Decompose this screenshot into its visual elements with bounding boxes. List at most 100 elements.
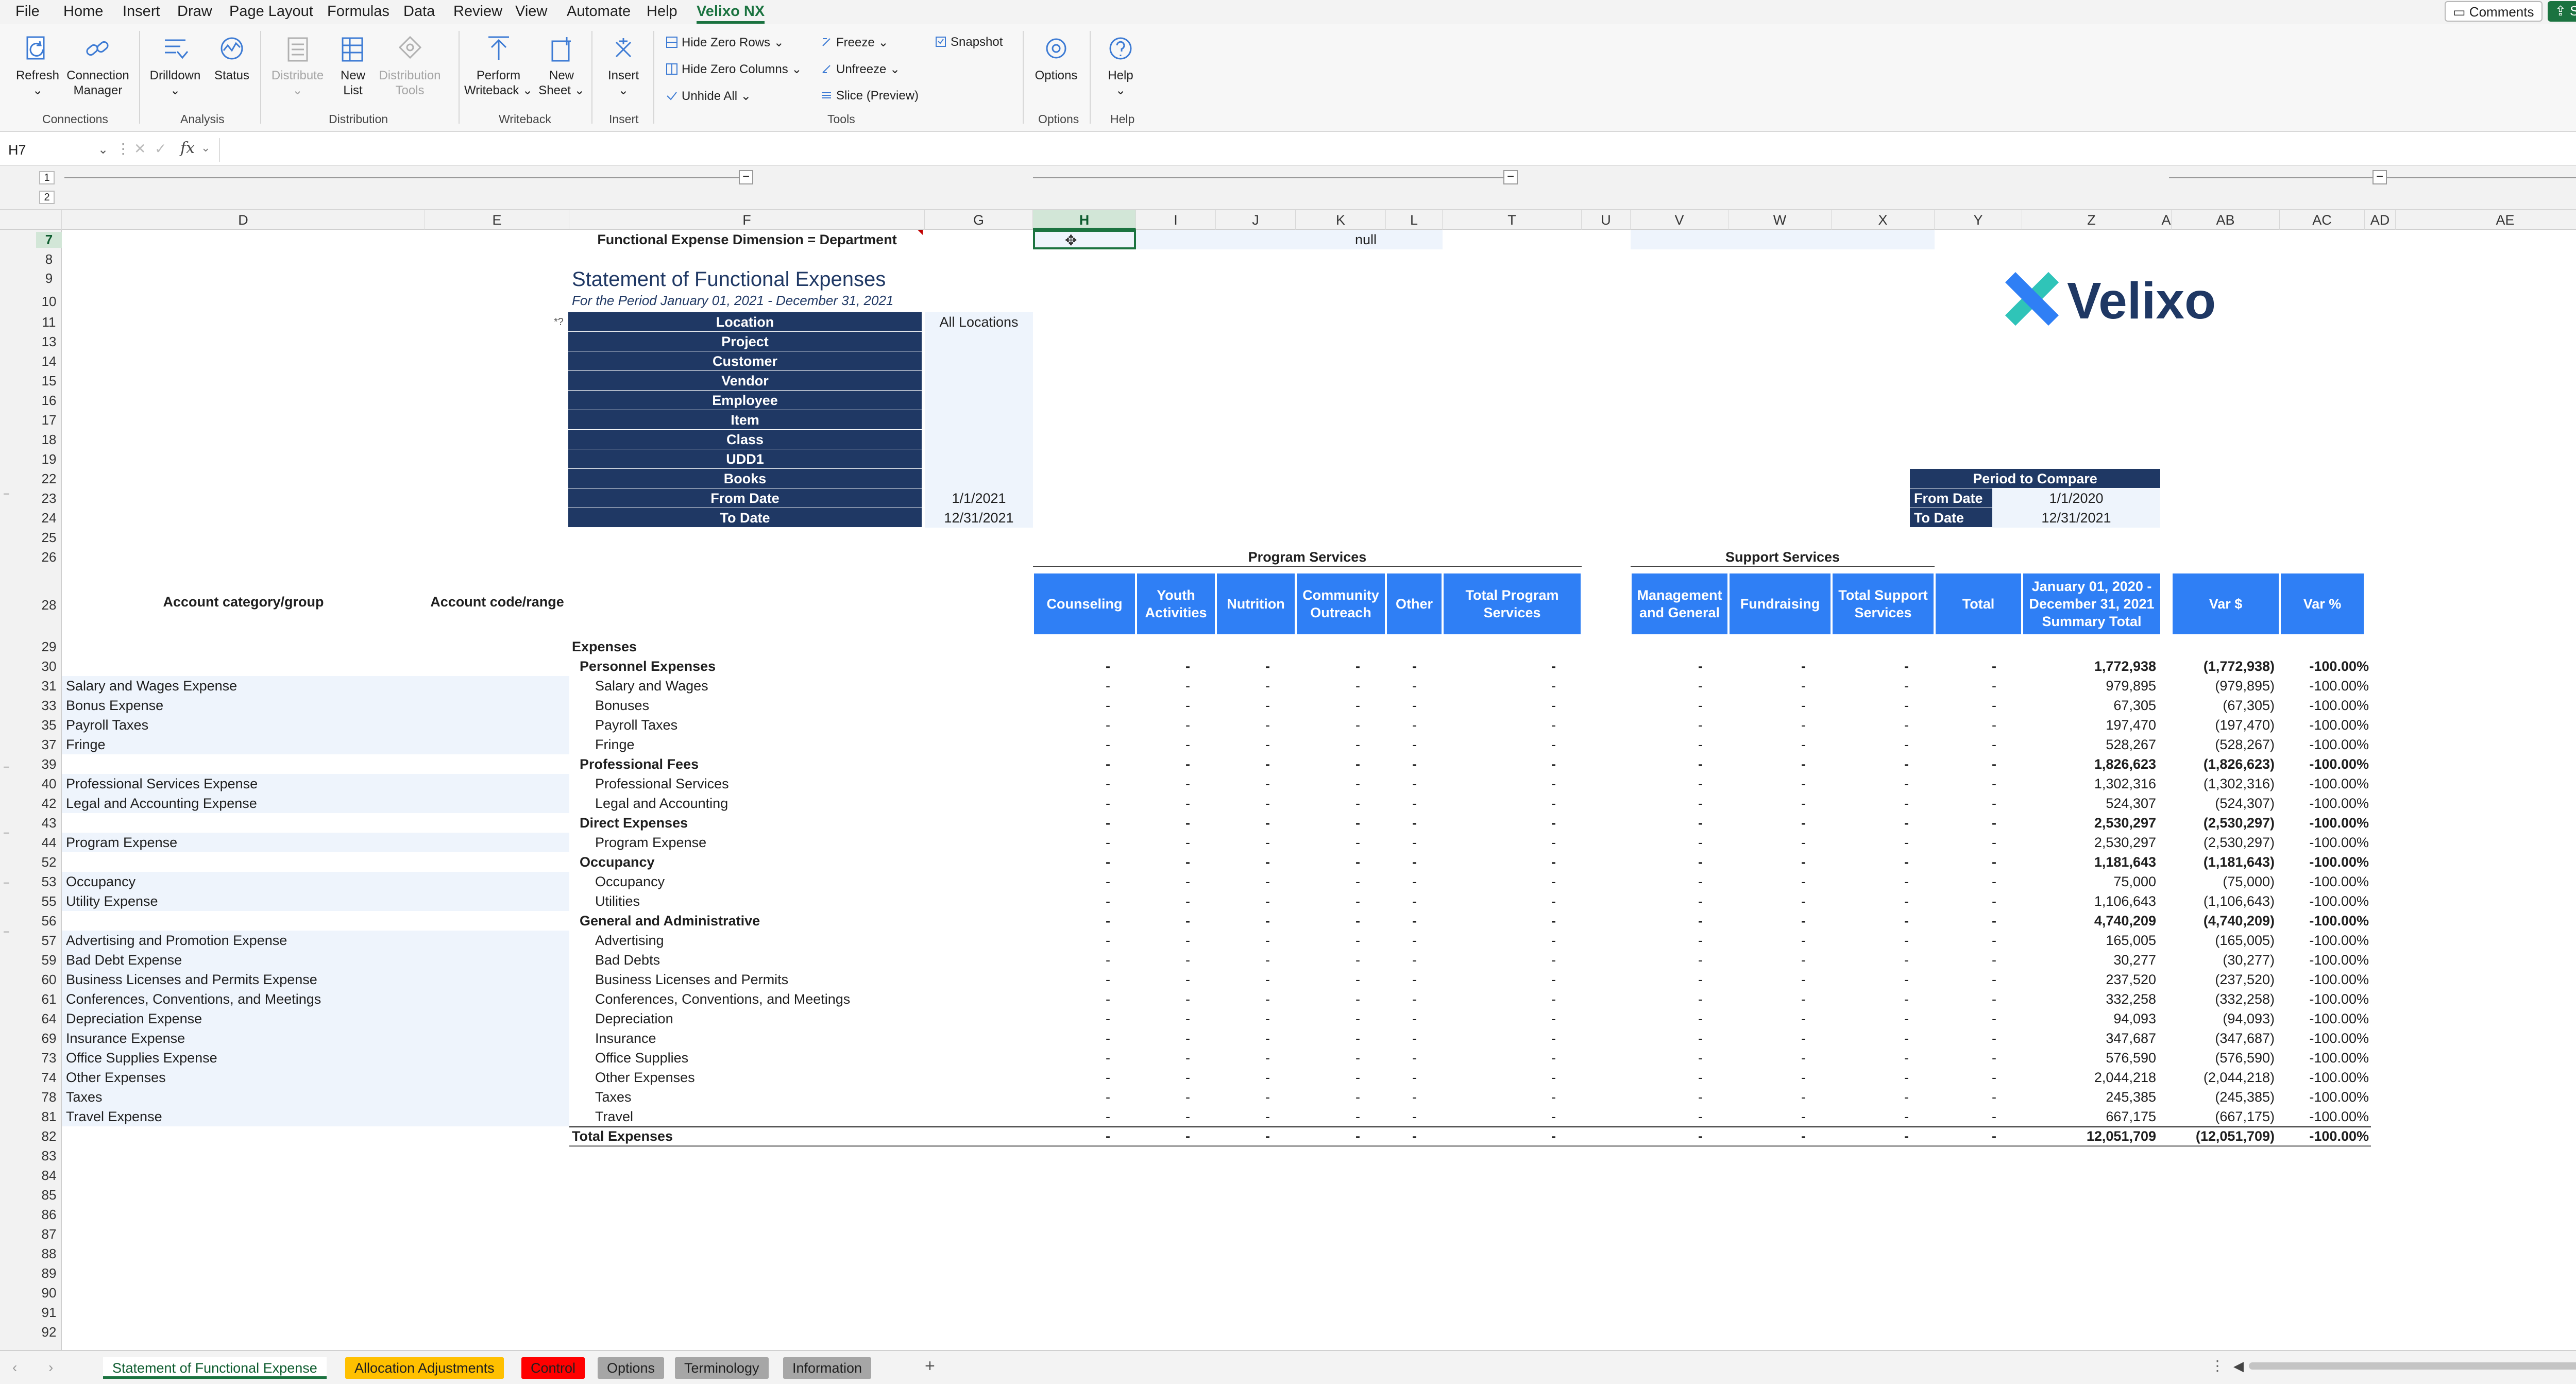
column-header-aa[interactable]: A — [2161, 210, 2172, 230]
column-header-z[interactable]: Z — [2022, 210, 2161, 230]
enter-icon[interactable]: ✓ — [155, 140, 166, 157]
column-header-k[interactable]: K — [1296, 210, 1386, 230]
row-header[interactable]: 89 — [36, 1265, 62, 1281]
row-header[interactable]: 55 — [36, 893, 62, 909]
comment-indicator-icon[interactable] — [918, 230, 923, 235]
column-header-d[interactable]: D — [62, 210, 425, 230]
category-cell[interactable] — [62, 735, 569, 754]
select-all-corner[interactable] — [0, 210, 62, 230]
row-header[interactable]: 13 — [36, 334, 62, 350]
row-header[interactable]: 37 — [36, 737, 62, 753]
row-header[interactable]: 61 — [36, 991, 62, 1007]
row-header[interactable]: 85 — [36, 1187, 62, 1203]
drilldown-button[interactable]: Drilldown ⌄ — [147, 34, 204, 98]
outline-collapse-button[interactable]: − — [1503, 170, 1518, 184]
outline-marker[interactable]: − — [3, 876, 10, 890]
insert-button[interactable]: Insert ⌄ — [598, 34, 649, 98]
row-header[interactable]: 78 — [36, 1089, 62, 1105]
row-header[interactable]: 87 — [36, 1226, 62, 1242]
sheet-tab[interactable]: Control — [521, 1357, 585, 1379]
row-header[interactable]: 25 — [36, 530, 62, 546]
outline-level-2-button[interactable]: 2 — [39, 191, 55, 204]
row-header[interactable]: 90 — [36, 1285, 62, 1301]
function-icon[interactable]: fx — [180, 139, 195, 157]
menu-draw[interactable]: Draw — [177, 3, 212, 20]
category-cell[interactable] — [62, 872, 569, 891]
name-box[interactable]: H7 — [5, 140, 106, 161]
row-header[interactable]: 17 — [36, 412, 62, 428]
refresh-button[interactable]: Refresh ⌄ — [14, 34, 61, 98]
perform-writeback-button[interactable]: Perform Writeback ⌄ — [464, 34, 533, 98]
outline-collapse-button[interactable]: − — [739, 170, 753, 184]
row-header[interactable]: 9 — [36, 271, 62, 286]
column-header-v[interactable]: V — [1631, 210, 1728, 230]
row-header[interactable]: 40 — [36, 776, 62, 792]
add-sheet-button[interactable]: + — [925, 1356, 935, 1376]
more-options-icon[interactable]: ⋮ — [2210, 1357, 2225, 1374]
row-header[interactable]: 53 — [36, 874, 62, 890]
row-header[interactable]: 28 — [36, 597, 62, 613]
more-icon[interactable]: ⋮ — [116, 140, 130, 157]
distribute-button[interactable]: Distribute ⌄ — [265, 34, 330, 98]
tab-scroll-right-icon[interactable]: › — [48, 1359, 53, 1376]
hide-zero-columns-button[interactable]: Hide Zero Columns ⌄ — [666, 62, 802, 77]
menu-home[interactable]: Home — [63, 3, 103, 20]
menu-review[interactable]: Review — [453, 3, 502, 20]
row-header[interactable]: 31 — [36, 678, 62, 694]
name-box-dropdown-icon[interactable]: ⌄ — [98, 142, 108, 157]
hscroll-left-icon[interactable]: ◀ — [2233, 1358, 2244, 1374]
row-header[interactable]: 42 — [36, 796, 62, 812]
row-header[interactable]: 56 — [36, 913, 62, 929]
row-header[interactable]: 92 — [36, 1324, 62, 1340]
column-header-ad[interactable]: AD — [2365, 210, 2396, 230]
connection-manager-button[interactable]: Connection Manager — [64, 34, 131, 98]
row-header[interactable]: 82 — [36, 1128, 62, 1144]
menu-view[interactable]: View — [515, 3, 547, 20]
cancel-icon[interactable]: ✕ — [134, 140, 146, 157]
column-header-t[interactable]: T — [1443, 210, 1582, 230]
row-header[interactable]: 84 — [36, 1168, 62, 1184]
column-header-ae[interactable]: AE — [2396, 210, 2576, 230]
row-header[interactable]: 18 — [36, 432, 62, 448]
row-header[interactable]: 29 — [36, 639, 62, 655]
row-header[interactable]: 59 — [36, 952, 62, 968]
column-header-y[interactable]: Y — [1935, 210, 2022, 230]
slice-preview-button[interactable]: Slice (Preview) — [821, 89, 919, 103]
filter-value-cell[interactable] — [925, 351, 1033, 371]
row-header[interactable]: 57 — [36, 933, 62, 949]
row-header[interactable]: 15 — [36, 373, 62, 389]
column-header-l[interactable]: L — [1386, 210, 1443, 230]
row-header[interactable]: 81 — [36, 1109, 62, 1125]
outline-marker[interactable]: − — [3, 761, 10, 774]
column-header-w[interactable]: W — [1728, 210, 1832, 230]
category-cell[interactable] — [62, 1087, 569, 1107]
formula-input[interactable] — [227, 139, 2576, 162]
menu-data[interactable]: Data — [403, 3, 435, 20]
row-header[interactable]: 69 — [36, 1031, 62, 1047]
selected-cell-h7[interactable] — [1033, 230, 1136, 249]
options-button[interactable]: Options — [1030, 34, 1082, 83]
row-header[interactable]: 73 — [36, 1050, 62, 1066]
menu-help[interactable]: Help — [647, 3, 677, 20]
column-header-g[interactable]: G — [925, 210, 1033, 230]
outline-level-1-button[interactable]: 1 — [39, 171, 55, 184]
sheet-tab[interactable]: Terminology — [675, 1357, 769, 1379]
filter-value-cell[interactable] — [925, 391, 1033, 410]
column-header-x[interactable]: X — [1832, 210, 1935, 230]
outline-marker[interactable]: − — [3, 487, 10, 501]
light-input-cell[interactable] — [1136, 230, 1443, 249]
row-header[interactable]: 83 — [36, 1148, 62, 1164]
outline-collapse-button[interactable]: − — [2372, 170, 2387, 184]
hide-zero-rows-button[interactable]: Hide Zero Rows ⌄ — [666, 35, 784, 50]
unfreeze-button[interactable]: Unfreeze ⌄ — [821, 62, 900, 77]
row-header[interactable]: 30 — [36, 659, 62, 674]
distribution-tools-button[interactable]: Distribution Tools — [375, 34, 445, 98]
row-header[interactable]: 64 — [36, 1011, 62, 1027]
column-header-e[interactable]: E — [425, 210, 569, 230]
row-header[interactable]: 14 — [36, 353, 62, 369]
filter-value-cell[interactable] — [925, 332, 1033, 351]
column-header-j[interactable]: J — [1216, 210, 1296, 230]
row-header[interactable]: 74 — [36, 1070, 62, 1086]
row-header[interactable]: 35 — [36, 717, 62, 733]
filter-value-cell[interactable] — [925, 449, 1033, 469]
